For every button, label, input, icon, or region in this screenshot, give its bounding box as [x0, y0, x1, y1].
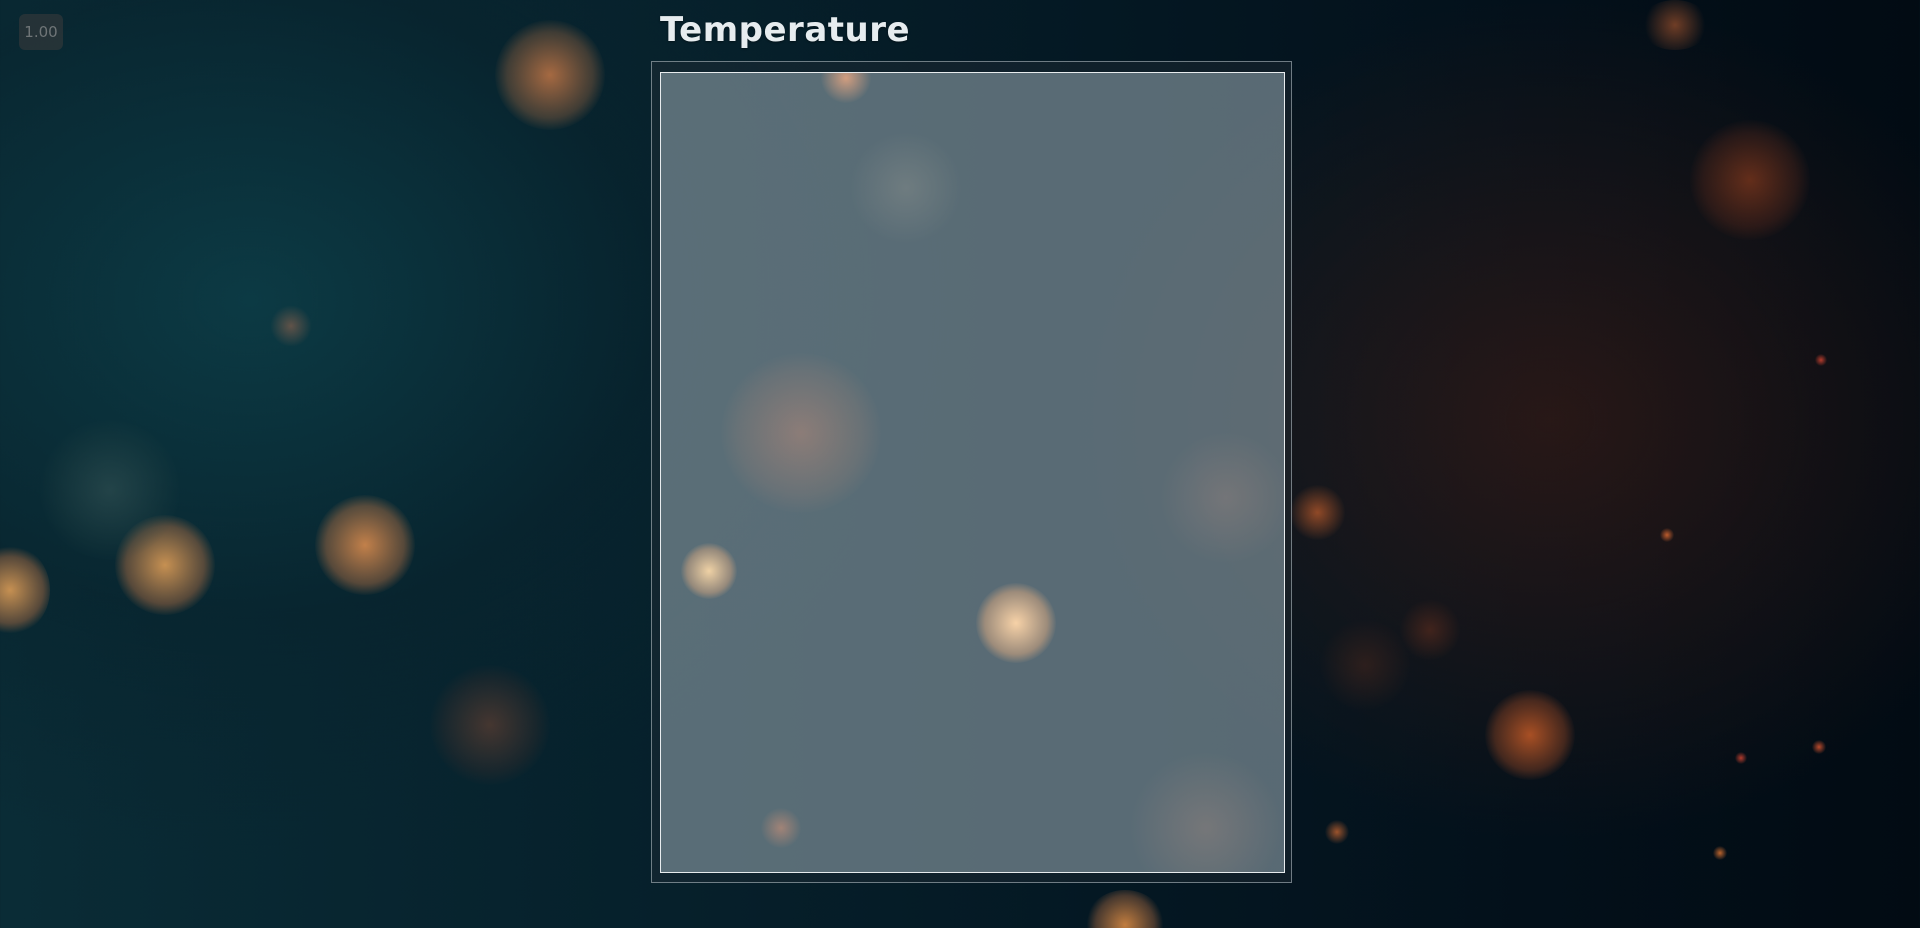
zoom-level-badge[interactable]: 1.00	[19, 14, 63, 50]
bokeh-light	[1290, 485, 1345, 540]
bokeh-light	[1131, 753, 1281, 872]
bokeh-light	[721, 353, 881, 513]
bokeh-light	[681, 543, 737, 599]
bokeh-light	[1660, 528, 1674, 542]
bokeh-light	[1713, 846, 1727, 860]
bokeh-light	[1485, 690, 1575, 780]
bokeh-light	[761, 808, 801, 848]
bokeh-light	[1320, 620, 1410, 710]
bokeh-light	[1161, 433, 1284, 563]
bokeh-light	[495, 20, 605, 130]
bokeh-light	[1815, 354, 1827, 366]
bokeh-light	[1812, 740, 1826, 754]
bokeh-light	[430, 665, 550, 785]
bokeh-light	[851, 133, 961, 243]
bokeh-light	[40, 420, 180, 560]
panel-content-area[interactable]	[660, 72, 1285, 873]
bokeh-light	[1400, 600, 1460, 660]
bokeh-light	[1085, 890, 1165, 928]
bokeh-light	[821, 73, 871, 103]
bokeh-light	[1325, 820, 1349, 844]
bokeh-light	[976, 583, 1056, 663]
bokeh-light	[1690, 120, 1810, 240]
bokeh-light	[315, 495, 415, 595]
bokeh-light	[1640, 0, 1710, 50]
bokeh-light	[270, 305, 312, 347]
panel-title: Temperature	[660, 10, 911, 50]
bokeh-light	[0, 545, 50, 635]
bokeh-light	[1735, 752, 1747, 764]
bokeh-light	[115, 515, 215, 615]
